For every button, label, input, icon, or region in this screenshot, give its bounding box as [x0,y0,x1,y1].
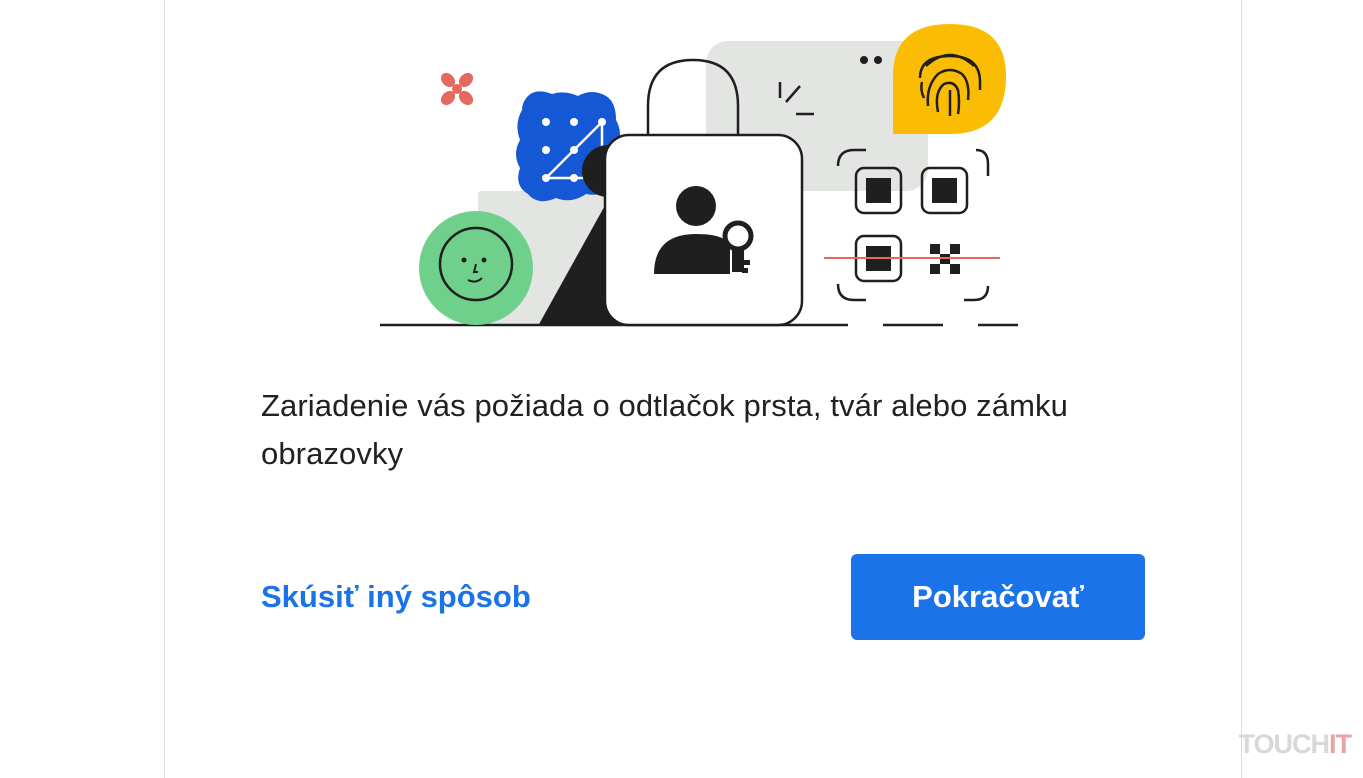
fingerprint-icon [893,24,1006,134]
watermark: TOUCHIT [1238,729,1352,760]
continue-button[interactable]: Pokračovať [851,554,1145,640]
prompt-message: Zariadenie vás požiada o odtlačok prsta,… [261,388,1068,471]
sparkle-icon [440,72,474,106]
face-icon [419,211,533,325]
watermark-suffix: IT [1329,729,1352,759]
try-another-way-link[interactable]: Skúsiť iný spôsob [261,575,531,619]
passkey-illustration [380,24,1018,327]
watermark-prefix: TOUCH [1238,729,1330,759]
